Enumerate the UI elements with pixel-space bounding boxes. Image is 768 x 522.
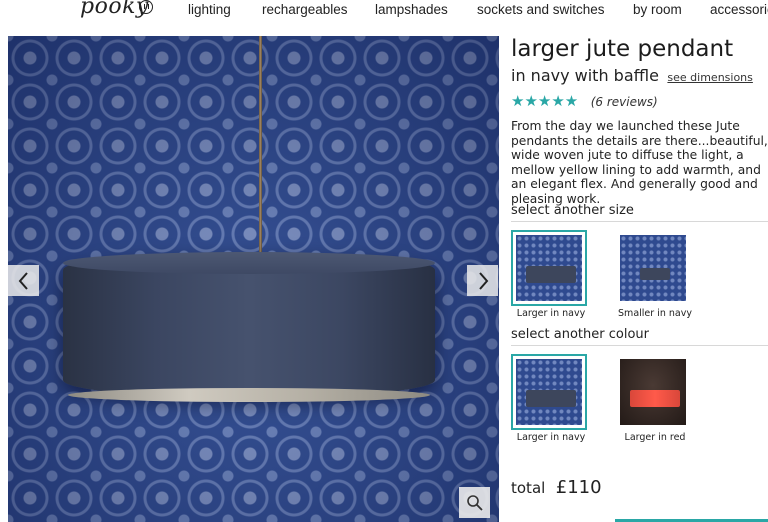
colour-heading: select another colour bbox=[511, 327, 649, 342]
product-subtitle: in navy with baffle bbox=[511, 66, 659, 85]
divider bbox=[511, 221, 768, 222]
product-details: larger jute pendant in navy with baffle … bbox=[511, 36, 768, 522]
pendant-cord bbox=[259, 36, 262, 256]
divider bbox=[511, 345, 768, 346]
nav-item-accessories[interactable]: accessories bbox=[710, 2, 768, 17]
see-dimensions-link[interactable]: see dimensions bbox=[667, 71, 752, 84]
colour-option-larger-red[interactable]: Larger in red bbox=[615, 354, 695, 443]
shade-thumbnail bbox=[526, 390, 576, 407]
swatch-thumbnail bbox=[620, 359, 686, 425]
swatch-label: Smaller in navy bbox=[618, 308, 692, 319]
chevron-left-icon bbox=[18, 271, 28, 290]
swatch-label: Larger in navy bbox=[516, 308, 586, 319]
subtitle-row: in navy with baffle see dimensions bbox=[511, 66, 753, 86]
swatch-frame bbox=[615, 354, 691, 430]
nav-item-lighting[interactable]: lighting bbox=[188, 2, 231, 17]
product-image[interactable] bbox=[8, 36, 499, 522]
total-price: £110 bbox=[555, 477, 602, 498]
gallery-prev-button[interactable] bbox=[8, 265, 39, 296]
site-header: pooky lighting rechargeables lampshades … bbox=[0, 0, 768, 30]
swatch-thumbnail bbox=[516, 359, 582, 425]
reviews-link[interactable]: (6 reviews) bbox=[591, 95, 658, 109]
nav-item-lampshades[interactable]: lampshades bbox=[375, 2, 448, 17]
swatch-label: Larger in red bbox=[624, 432, 686, 443]
star-rating-icon: ★★★★★ bbox=[511, 93, 579, 110]
nav-item-rechargeables[interactable]: rechargeables bbox=[262, 2, 348, 17]
pendant-baffle bbox=[68, 388, 430, 402]
swatch-frame bbox=[615, 230, 691, 306]
colour-option-larger-navy[interactable]: Larger in navy bbox=[511, 354, 591, 443]
shade-thumbnail bbox=[640, 268, 670, 280]
total-row: total £110 bbox=[511, 477, 602, 498]
nav-item-by-room[interactable]: by room bbox=[633, 2, 682, 17]
shade-thumbnail bbox=[526, 266, 576, 283]
swatch-thumbnail bbox=[620, 235, 686, 301]
product-description: From the day we launched these Jute pend… bbox=[511, 119, 768, 206]
size-option-larger-navy[interactable]: Larger in navy bbox=[511, 230, 591, 319]
chevron-right-icon bbox=[478, 271, 488, 290]
shade-thumbnail bbox=[630, 390, 680, 407]
magnifier-icon bbox=[466, 494, 483, 511]
product-title: larger jute pendant bbox=[511, 36, 734, 62]
rating-row: ★★★★★ (6 reviews) bbox=[511, 92, 658, 111]
nav-item-sockets-and-switches[interactable]: sockets and switches bbox=[477, 2, 605, 17]
swatch-frame bbox=[511, 354, 587, 430]
swatch-label: Larger in navy bbox=[516, 432, 586, 443]
gallery-next-button[interactable] bbox=[467, 265, 498, 296]
zoom-button[interactable] bbox=[459, 487, 490, 518]
size-heading: select another size bbox=[511, 203, 634, 218]
bulb-icon bbox=[139, 0, 153, 14]
swatch-frame bbox=[511, 230, 587, 306]
pendant-shade bbox=[63, 252, 435, 398]
total-label: total bbox=[511, 479, 546, 497]
size-option-smaller-navy[interactable]: Smaller in navy bbox=[615, 230, 695, 319]
swatch-thumbnail bbox=[516, 235, 582, 301]
